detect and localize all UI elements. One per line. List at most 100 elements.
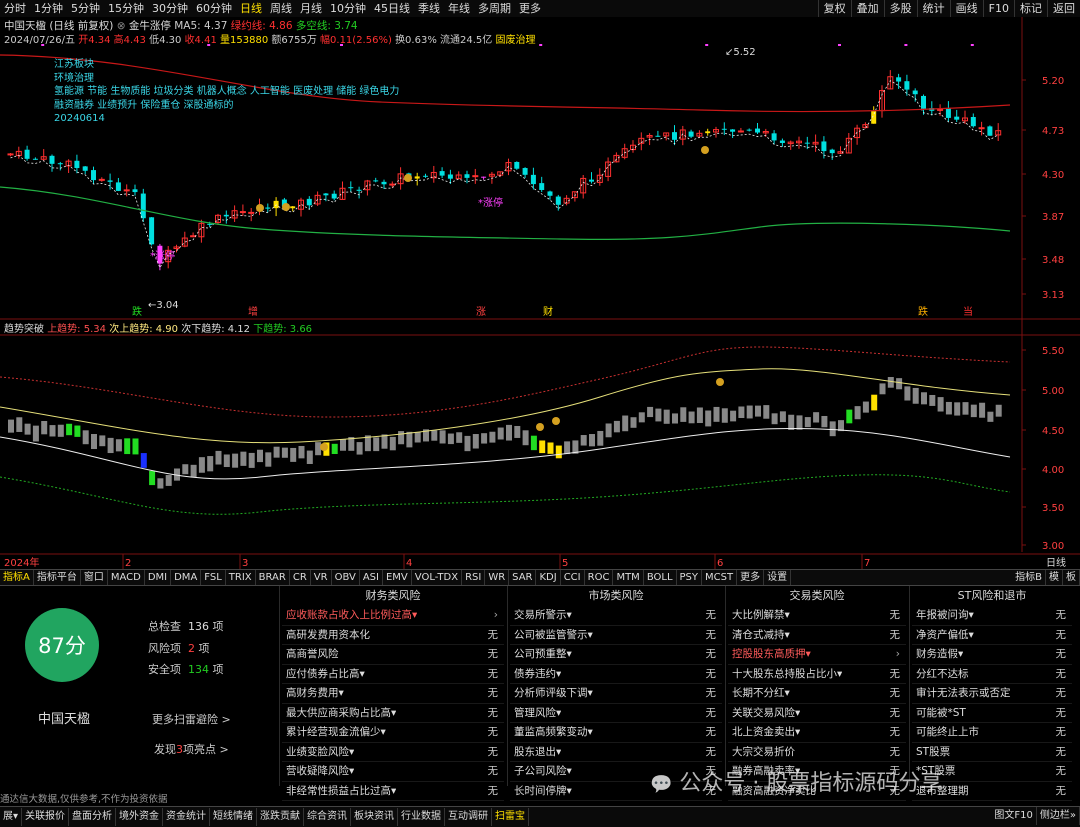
bottom-tab[interactable]: 板块资讯 — [351, 808, 399, 826]
indicator-tab[interactable]: DMA — [171, 570, 202, 585]
more-scan-link[interactable]: 更多扫雷避险 > — [152, 711, 231, 727]
indicator-tab[interactable]: VOL-TDX — [412, 570, 463, 585]
bottom-tab[interactable]: 境外资金 — [116, 808, 164, 826]
risk-item[interactable]: 控股股东高质押▾ › — [728, 645, 906, 665]
indicator-tab[interactable]: 设置 — [764, 570, 792, 585]
indicator-tab[interactable]: PSY — [677, 570, 703, 585]
indicator-tab[interactable]: MCST — [702, 570, 738, 585]
risk-item[interactable]: 分红不达标 无 — [912, 665, 1072, 684]
risk-item[interactable]: 交易所警示▾ 无 — [510, 606, 722, 626]
bottom-tab[interactable]: 关联报价 — [22, 808, 70, 826]
risk-item[interactable]: ST股票 无 — [912, 743, 1072, 762]
indicator-tab[interactable]: CR — [290, 570, 311, 585]
risk-item[interactable]: 业绩变脸风险▾ 无 — [282, 743, 504, 762]
risk-item[interactable]: 北上资金卖出▾ 无 — [728, 723, 906, 743]
risk-item[interactable]: 可能终止上市 无 — [912, 723, 1072, 743]
risk-item[interactable]: 非经常性损益占比过高▾ 无 — [282, 782, 504, 801]
period-tab[interactable]: 分时 — [0, 0, 30, 17]
risk-item[interactable]: 股东退出▾ 无 — [510, 743, 722, 762]
toolbar-button[interactable]: 统计 — [916, 0, 950, 17]
risk-item[interactable]: 大比例解禁▾ 无 — [728, 606, 906, 626]
indicator-tab[interactable]: FSL — [201, 570, 226, 585]
risk-item[interactable]: 审计无法表示或否定 无 — [912, 684, 1072, 704]
risk-item[interactable]: 高研发费用资本化 无 — [282, 626, 504, 645]
highlight-link[interactable]: 发现3项亮点 > — [154, 741, 229, 757]
indicator-tab[interactable]: SAR — [509, 570, 537, 585]
period-tab[interactable]: 45日线 — [370, 0, 414, 17]
risk-item[interactable]: 大宗交易折价 无 — [728, 743, 906, 762]
period-tab[interactable]: 日线 — [236, 0, 266, 17]
indicator-tab[interactable]: 板 — [1063, 570, 1080, 585]
risk-item[interactable]: 十大股东总持股占比小▾ 无 — [728, 665, 906, 684]
indicator-tab[interactable]: BOLL — [644, 570, 677, 585]
indicator-tab[interactable]: MACD — [108, 570, 145, 585]
indicator-tab[interactable]: TRIX — [226, 570, 256, 585]
period-tab[interactable]: 年线 — [444, 0, 474, 17]
indicator-tab[interactable]: 指标平台 — [34, 570, 81, 585]
toolbar-button[interactable]: 画线 — [949, 0, 983, 17]
risk-item[interactable]: 管理风险▾ 无 — [510, 704, 722, 723]
risk-item[interactable]: 财务造假▾ 无 — [912, 645, 1072, 665]
risk-item[interactable]: 可能被*ST 无 — [912, 704, 1072, 723]
period-tab[interactable]: 月线 — [296, 0, 326, 17]
risk-item[interactable]: 最大供应商采购占比高▾ 无 — [282, 704, 504, 723]
indicator-tab[interactable]: EMV — [383, 570, 412, 585]
bottom-tab[interactable]: 盘面分析 — [69, 808, 117, 826]
indicator-tab[interactable]: KDJ — [536, 570, 561, 585]
indicator-tab[interactable]: 更多 — [737, 570, 765, 585]
indicator-tab[interactable]: MTM — [613, 570, 644, 585]
indicator-tab[interactable]: ASI — [360, 570, 383, 585]
risk-item[interactable]: 累计经营现金流偏少▾ 无 — [282, 723, 504, 743]
risk-item[interactable]: 公司预重整▾ 无 — [510, 645, 722, 665]
bottom-tab[interactable]: 资金统计 — [163, 808, 211, 826]
indicator-tab[interactable]: 指标A — [0, 570, 34, 585]
risk-item[interactable]: 应付债券占比高▾ 无 — [282, 665, 504, 684]
period-tab[interactable]: 更多 — [515, 0, 545, 17]
toolbar-button[interactable]: F10 — [982, 0, 1014, 17]
risk-item[interactable]: 董监高频繁变动▾ 无 — [510, 723, 722, 743]
bottom-tab[interactable]: 涨跌贡献 — [257, 808, 305, 826]
period-tab[interactable]: 周线 — [266, 0, 296, 17]
indicator-tab[interactable]: WR — [485, 570, 510, 585]
toolbar-button[interactable]: 返回 — [1047, 0, 1080, 17]
bottom-tab[interactable]: 互动调研 — [445, 808, 493, 826]
period-tab[interactable]: 5分钟 — [67, 0, 104, 17]
risk-item[interactable]: 净资产偏低▾ 无 — [912, 626, 1072, 645]
risk-item[interactable]: 应收账款占收入上比例过高▾ › — [282, 606, 504, 626]
risk-item[interactable]: 清仓式减持▾ 无 — [728, 626, 906, 645]
bottom-tab[interactable]: 展▾ — [0, 808, 23, 826]
indicator-tab[interactable]: OBV — [332, 570, 360, 585]
toolbar-button[interactable]: 复权 — [817, 0, 851, 17]
indicator-tab[interactable]: VR — [311, 570, 332, 585]
indicator-tab[interactable]: BRAR — [256, 570, 290, 585]
bottom-tab[interactable]: 短线情绪 — [210, 808, 258, 826]
risk-item[interactable]: 公司被监管警示▾ 无 — [510, 626, 722, 645]
risk-item[interactable]: 债券违约▾ 无 — [510, 665, 722, 684]
risk-item[interactable]: 高财务费用▾ 无 — [282, 684, 504, 704]
risk-item[interactable]: 年报被问询▾ 无 — [912, 606, 1072, 626]
bottom-right-button[interactable]: 侧边栏» — [1037, 807, 1080, 825]
indicator-tab[interactable]: 窗口 — [81, 570, 108, 585]
period-tab[interactable]: 15分钟 — [104, 0, 148, 17]
indicator-tab[interactable]: ROC — [585, 570, 614, 585]
toolbar-button[interactable]: 多股 — [883, 0, 917, 17]
indicator-tab[interactable]: CCI — [561, 570, 585, 585]
toolbar-button[interactable]: 叠加 — [850, 0, 884, 17]
bottom-right-button[interactable]: 图文F10 — [991, 807, 1037, 825]
bottom-tab[interactable]: 综合资讯 — [304, 808, 352, 826]
toolbar-button[interactable]: 标记 — [1014, 0, 1047, 17]
indicator-tab[interactable]: RSI — [462, 570, 486, 585]
risk-item[interactable]: 高商誉风险 无 — [282, 645, 504, 665]
risk-item[interactable]: 分析师评级下调▾ 无 — [510, 684, 722, 704]
period-tab[interactable]: 季线 — [414, 0, 444, 17]
risk-item[interactable]: 关联交易风险▾ 无 — [728, 704, 906, 723]
period-tab[interactable]: 60分钟 — [192, 0, 236, 17]
risk-item[interactable]: 营收疑降风险▾ 无 — [282, 762, 504, 782]
period-tab[interactable]: 10分钟 — [326, 0, 370, 17]
risk-item[interactable]: 长期不分红▾ 无 — [728, 684, 906, 704]
period-tab[interactable]: 1分钟 — [30, 0, 67, 17]
indicator-tab[interactable]: 指标B — [1012, 570, 1046, 585]
period-tab[interactable]: 多周期 — [474, 0, 515, 17]
bottom-tab[interactable]: 行业数据 — [398, 808, 446, 826]
indicator-tab[interactable]: 模 — [1046, 570, 1063, 585]
